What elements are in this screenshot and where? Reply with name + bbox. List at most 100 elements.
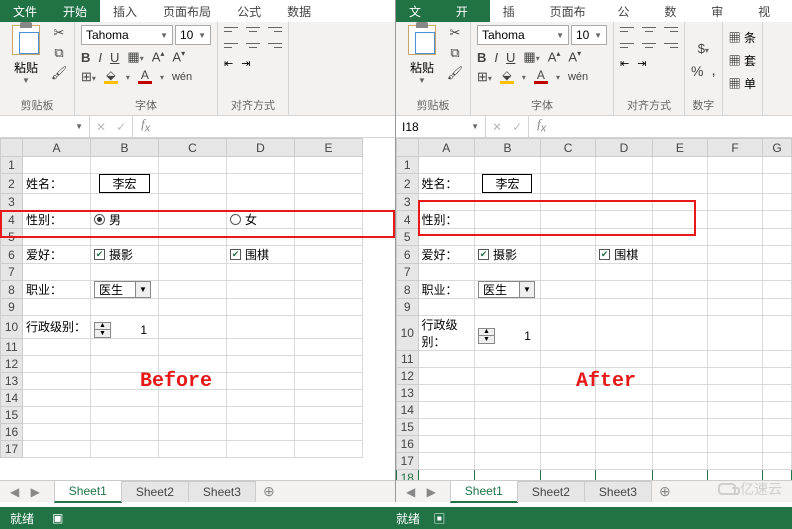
- row-header[interactable]: 5: [397, 229, 419, 246]
- tab-file[interactable]: 文件: [396, 0, 443, 22]
- cell-radio-male[interactable]: 男: [91, 211, 159, 229]
- col-header[interactable]: E: [295, 139, 363, 157]
- align-top-icon[interactable]: [224, 25, 238, 35]
- row-header[interactable]: 8: [1, 281, 23, 299]
- confirm-icon[interactable]: ✓: [116, 120, 126, 134]
- border-button[interactable]: ▦▾: [127, 49, 143, 65]
- table-format-button[interactable]: ▦ 套: [729, 52, 756, 69]
- format-painter-icon[interactable]: 🖌: [50, 65, 68, 81]
- align-mid-icon[interactable]: [642, 25, 656, 35]
- cell-combo-job[interactable]: 医生▼: [474, 281, 540, 299]
- cell[interactable]: 行政级别：: [23, 316, 91, 339]
- row-header[interactable]: 12: [1, 355, 23, 372]
- italic-button[interactable]: I: [494, 50, 498, 65]
- align-left-icon[interactable]: [620, 41, 634, 51]
- cell-chk-hobby1[interactable]: ✔摄影: [91, 246, 159, 264]
- border-button[interactable]: ▦▾: [523, 49, 539, 65]
- cell-chk-hobby2[interactable]: ✔围棋: [227, 246, 295, 264]
- sheet-tab-2[interactable]: Sheet2: [121, 481, 189, 502]
- col-header[interactable]: D: [596, 139, 653, 157]
- row-header[interactable]: 1: [1, 157, 23, 174]
- row-header[interactable]: 7: [397, 264, 419, 281]
- row-header[interactable]: 12: [397, 368, 419, 385]
- tab-data[interactable]: 数据: [274, 0, 324, 22]
- spinner-icon[interactable]: ▲▼: [94, 322, 111, 338]
- cell-spinner-rank[interactable]: ▲▼1: [474, 316, 540, 351]
- col-header[interactable]: C: [540, 139, 595, 157]
- align-bot-icon[interactable]: [268, 25, 282, 35]
- cell-combo-job[interactable]: 医生▼: [91, 281, 159, 299]
- col-header[interactable]: C: [159, 139, 227, 157]
- align-top-icon[interactable]: [620, 25, 634, 35]
- col-header[interactable]: A: [418, 139, 474, 157]
- cancel-icon[interactable]: ✕: [492, 120, 502, 134]
- cell[interactable]: 爱好：: [23, 246, 91, 264]
- align-bot-icon[interactable]: [664, 25, 678, 35]
- cell-name[interactable]: 李宏: [91, 174, 159, 194]
- tab-insert[interactable]: 插入: [100, 0, 150, 22]
- cell[interactable]: 行政级别：: [418, 316, 474, 351]
- sheet-tab-3[interactable]: Sheet3: [584, 481, 652, 502]
- cell[interactable]: 爱好：: [418, 246, 474, 264]
- macro-record-icon[interactable]: ▣: [52, 511, 63, 525]
- currency-icon[interactable]: $▾: [698, 41, 709, 56]
- sheet-nav[interactable]: ◀ ▶: [396, 485, 450, 499]
- row-header[interactable]: 10: [397, 316, 419, 351]
- sheet-nav[interactable]: ◀ ▶: [0, 485, 54, 499]
- add-sheet-button[interactable]: ⊕: [651, 483, 679, 500]
- row-header[interactable]: 3: [1, 194, 23, 211]
- align-center-icon[interactable]: [246, 41, 260, 51]
- row-header[interactable]: 14: [1, 389, 23, 406]
- col-header[interactable]: B: [91, 139, 159, 157]
- fx-icon[interactable]: fx: [529, 116, 554, 137]
- select-all-corner[interactable]: [397, 139, 419, 157]
- cell[interactable]: 性别：: [23, 211, 91, 229]
- cell[interactable]: 职业：: [418, 281, 474, 299]
- underline-button[interactable]: U: [110, 50, 119, 65]
- cell[interactable]: 姓名：: [23, 174, 91, 194]
- row-header[interactable]: 2: [397, 174, 419, 194]
- copy-icon[interactable]: ⧉: [446, 45, 464, 61]
- phonetic-button[interactable]: wén: [172, 71, 192, 83]
- align-right-icon[interactable]: [664, 41, 678, 51]
- indent-inc-icon[interactable]: ⇥: [241, 57, 250, 70]
- row-header[interactable]: 13: [397, 385, 419, 402]
- row-header[interactable]: 14: [397, 402, 419, 419]
- row-header[interactable]: 11: [397, 351, 419, 368]
- cell-chk-hobby2[interactable]: ✔围棋: [596, 246, 653, 264]
- borders-icon[interactable]: ⊞▾: [81, 69, 96, 85]
- tab-home[interactable]: 开始: [443, 0, 490, 22]
- indent-inc-icon[interactable]: ⇥: [637, 57, 646, 70]
- shrink-font-button[interactable]: A▾: [172, 49, 185, 64]
- align-left-icon[interactable]: [224, 41, 238, 51]
- col-header[interactable]: G: [763, 139, 792, 157]
- tab-view[interactable]: 视图: [745, 0, 792, 22]
- row-header[interactable]: 16: [1, 423, 23, 440]
- name-box[interactable]: I18▼: [396, 116, 486, 137]
- row-header[interactable]: 10: [1, 316, 23, 339]
- cell-name[interactable]: 李宏: [474, 174, 540, 194]
- font-name-select[interactable]: Tahoma▼: [477, 25, 569, 45]
- row-header[interactable]: 7: [1, 264, 23, 281]
- cell[interactable]: 职业：: [23, 281, 91, 299]
- row-header[interactable]: 18: [397, 470, 419, 481]
- row-header[interactable]: 4: [397, 211, 419, 229]
- spinner-icon[interactable]: ▲▼: [478, 328, 495, 344]
- cell-chk-hobby1[interactable]: ✔摄影: [474, 246, 540, 264]
- row-header[interactable]: 17: [397, 453, 419, 470]
- tab-formulas[interactable]: 公式: [224, 0, 274, 22]
- row-header[interactable]: 1: [397, 157, 419, 174]
- font-color-button[interactable]: A: [534, 70, 548, 84]
- tab-layout[interactable]: 页面布局: [150, 0, 224, 22]
- tab-file[interactable]: 文件: [0, 0, 50, 22]
- row-header[interactable]: 6: [1, 246, 23, 264]
- indent-dec-icon[interactable]: ⇤: [224, 57, 233, 70]
- fill-color-button[interactable]: ⬙: [104, 70, 118, 84]
- row-header[interactable]: 15: [397, 419, 419, 436]
- row-header[interactable]: 4: [1, 211, 23, 229]
- tab-insert[interactable]: 插入: [490, 0, 537, 22]
- phonetic-button[interactable]: wén: [568, 71, 588, 83]
- cell-radio-female[interactable]: 女: [227, 211, 295, 229]
- sheet-tab-2[interactable]: Sheet2: [517, 481, 585, 502]
- grow-font-button[interactable]: A▴: [548, 49, 561, 64]
